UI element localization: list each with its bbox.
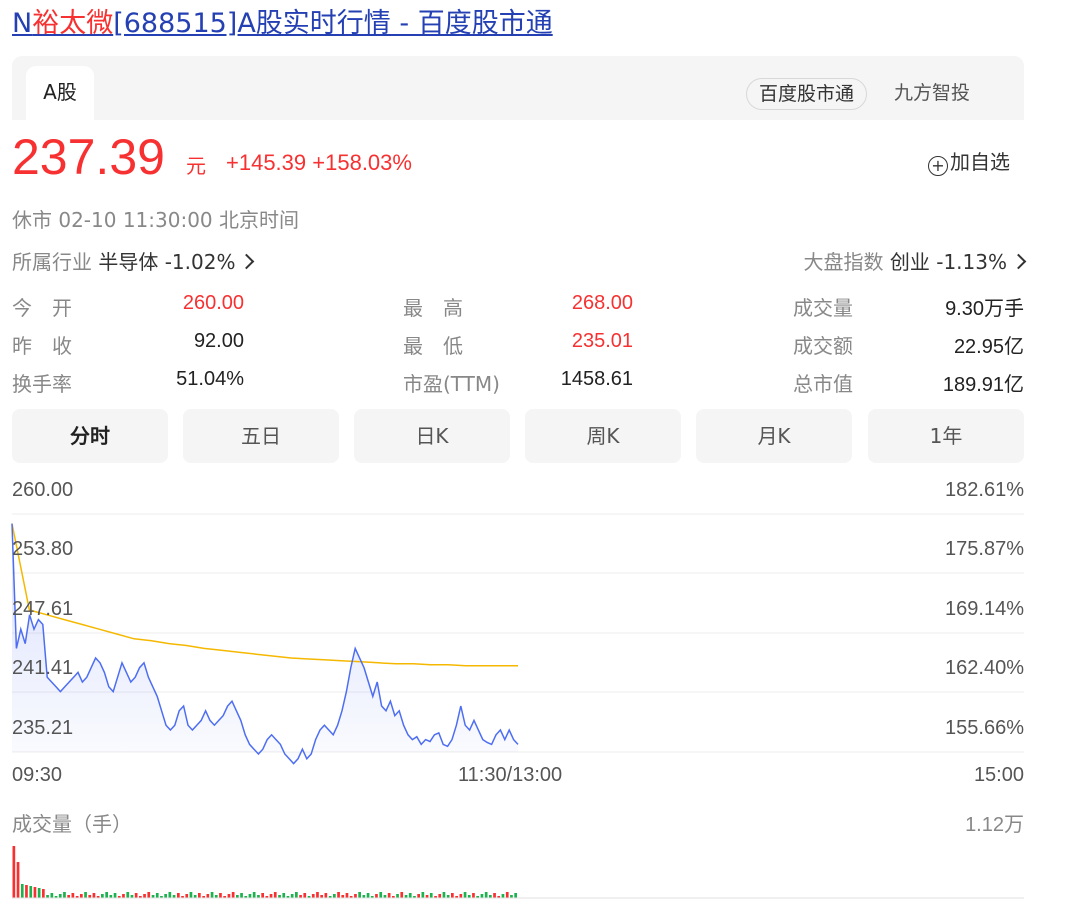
volume-bar (252, 892, 256, 898)
volume-bar (459, 894, 463, 898)
volume-bar (505, 892, 509, 898)
volume-bar (50, 893, 54, 898)
volume-bar (269, 894, 273, 898)
volume-bar (501, 894, 505, 898)
x-label-start: 09:30 (12, 764, 63, 786)
volume-bar (210, 892, 214, 898)
volume-bar (12, 846, 16, 898)
volume-bar (155, 893, 159, 898)
volume-bar (472, 893, 475, 898)
y-label-right: 162.40% (945, 657, 1024, 679)
y-label-left: 241.41 (12, 657, 74, 679)
volume-bar (514, 893, 517, 898)
volume-bar (189, 892, 193, 898)
volume-bar (366, 893, 370, 898)
volume-bar (16, 862, 20, 898)
volume-bars (12, 846, 517, 898)
volume-bar (164, 894, 167, 898)
volume-bar (417, 894, 420, 898)
volume-bar (143, 894, 146, 898)
volume-bar (324, 893, 328, 898)
volume-bar (358, 892, 361, 898)
volume-bar (451, 893, 454, 898)
volume-bar (337, 892, 340, 898)
y-label-left: 235.21 (12, 717, 74, 739)
volume-bar (37, 888, 41, 898)
volume-bar (375, 894, 378, 898)
volume-bar (387, 893, 391, 898)
volume-bar (168, 892, 172, 898)
volume-bar (421, 892, 425, 898)
volume-bar (316, 892, 319, 898)
volume-bar (33, 887, 37, 898)
y-label-left: 260.00 (12, 479, 74, 501)
volume-bar (126, 892, 130, 898)
volume-bar (493, 893, 496, 898)
volume-bar (248, 894, 252, 898)
volume-bar (71, 893, 75, 898)
volume-bar (379, 892, 383, 898)
y-label-right: 182.61% (945, 479, 1024, 501)
volume-bar (134, 893, 138, 898)
y-label-left: 253.80 (12, 538, 74, 560)
average-price-line (11, 523, 518, 667)
volume-bar (429, 893, 433, 898)
volume-bar (219, 893, 222, 898)
volume-bar (101, 894, 104, 898)
volume-bar (227, 894, 231, 898)
volume-bar (303, 893, 307, 898)
volume-bar (463, 892, 467, 898)
y-label-right: 175.87% (945, 538, 1024, 560)
volume-bar (147, 892, 151, 898)
volume-bar (295, 892, 298, 898)
volume-bar (113, 893, 117, 898)
volume-bar (20, 884, 24, 898)
volume-bar (480, 894, 484, 898)
volume-bar (185, 894, 189, 898)
y-label-right: 169.14% (945, 598, 1024, 620)
volume-max-label: 1.12万 (965, 814, 1024, 836)
y-label-left: 247.61 (12, 598, 74, 620)
volume-bar (58, 894, 62, 898)
volume-bar (290, 894, 294, 898)
volume-bar (354, 894, 357, 898)
volume-bar (42, 889, 45, 898)
volume-bar (122, 894, 125, 898)
volume-bar (80, 894, 83, 898)
volume-bar (84, 892, 87, 898)
volume-bar (240, 893, 243, 898)
volume-bar (333, 894, 336, 898)
x-label-mid: 11:30/13:00 (458, 764, 563, 786)
price-area (12, 523, 518, 764)
volume-bar (25, 885, 28, 898)
x-label-end: 15:00 (973, 764, 1024, 786)
volume-bar (261, 893, 264, 898)
volume-bar (273, 892, 277, 898)
volume-bar (396, 894, 399, 898)
volume-bar (105, 892, 108, 898)
volume-bar (198, 893, 201, 898)
volume-bar (400, 892, 404, 898)
volume-bar (311, 894, 315, 898)
volume-bar (442, 892, 446, 898)
volume-bar (92, 893, 96, 898)
volume-bar (29, 886, 33, 898)
volume-bar (282, 893, 286, 898)
volume-bar (408, 893, 412, 898)
volume-bar (63, 892, 66, 898)
volume-bar (231, 892, 235, 898)
volume-bar (177, 893, 180, 898)
volume-bar (206, 894, 210, 898)
y-label-right: 155.66% (945, 717, 1024, 739)
volume-bar (484, 892, 488, 898)
volume-bar (438, 894, 442, 898)
volume-bar (345, 893, 349, 898)
volume-title: 成交量（手） (12, 812, 132, 836)
